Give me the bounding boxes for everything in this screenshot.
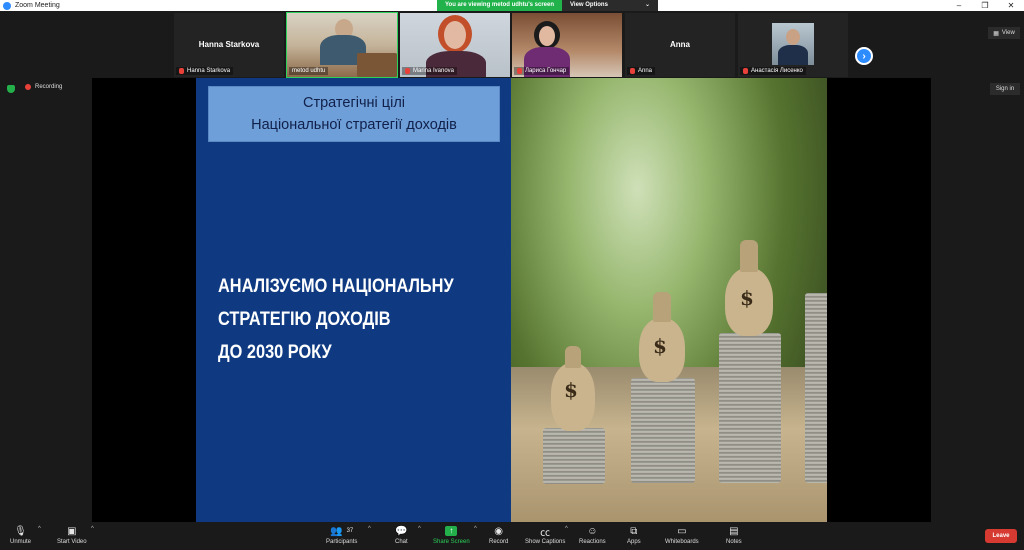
apps-icon: ⧉ <box>630 525 638 537</box>
slide-main-line2: СТРАТЕГІЮ ДОХОДІВ <box>218 309 391 330</box>
slide-title-line2: Національної стратегії доходів <box>251 117 457 133</box>
view-options-button[interactable]: View Options ⌄ <box>562 0 659 11</box>
participant-tile[interactable]: Hanna Starkova Hanna Starkova <box>174 13 284 77</box>
slide-title-line1: Стратегічні цілі <box>303 95 405 111</box>
whiteboard-icon: ▭ <box>677 525 687 537</box>
participant-tile[interactable]: Anna Anna <box>625 13 735 77</box>
meeting-toolbar: 🎙 Unmute ^ ▣ Start Video ^ 👥 37 Participa… <box>0 522 1024 550</box>
view-options-label: View Options <box>570 2 608 8</box>
record-icon: ◉ <box>494 525 504 537</box>
money-bags-photo: $ $ $ <box>511 78 827 522</box>
video-options-chevron-icon[interactable]: ^ <box>91 526 94 532</box>
close-icon[interactable]: ✕ <box>998 0 1024 11</box>
reactions-button[interactable]: ☺ Reactions <box>579 525 606 546</box>
participant-name-tag: Marina Ivanova <box>402 67 458 75</box>
participants-options-chevron-icon[interactable]: ^ <box>368 526 371 532</box>
video-gallery-strip: Hanna Starkova Hanna Starkova metod udht… <box>0 11 1024 78</box>
minimize-icon[interactable]: – <box>946 0 972 11</box>
start-video-button[interactable]: ▣ Start Video <box>57 525 87 546</box>
mic-muted-icon <box>743 68 748 74</box>
share-screen-icon: ↑ <box>445 526 458 536</box>
mic-muted-icon <box>405 68 410 74</box>
mic-muted-icon <box>179 68 184 74</box>
viewing-screen-label: You are viewing metod udhtu's screen <box>437 0 563 11</box>
coin-stack <box>719 333 781 483</box>
slide-text-panel: Стратегічні цілі Національної стратегії … <box>196 78 511 522</box>
record-dot-icon <box>25 84 31 90</box>
participant-name-tag: Лариса Гончар <box>514 67 570 75</box>
participant-tile[interactable]: Анастасія Лисенко <box>738 13 848 77</box>
share-options-chevron-icon[interactable]: ^ <box>474 526 477 532</box>
microphone-muted-icon: 🎙 <box>14 525 27 537</box>
chevron-down-icon: ⌄ <box>644 2 651 8</box>
recording-indicator[interactable]: Recording <box>25 84 62 90</box>
participant-tile[interactable]: metod udhtu <box>286 12 398 78</box>
encryption-shield-icon[interactable] <box>7 85 15 93</box>
video-off-icon: ▣ <box>67 525 77 537</box>
whiteboards-button[interactable]: ▭ Whiteboards <box>665 525 699 546</box>
record-button[interactable]: ◉ Record <box>489 525 508 546</box>
smiley-icon: ☺ <box>587 525 598 537</box>
coin-stack <box>805 293 827 483</box>
restore-icon[interactable]: ❐ <box>972 0 998 11</box>
participant-avatar <box>772 23 814 65</box>
participants-icon: 👥 37 <box>330 525 354 537</box>
participant-name-tag: metod udhtu <box>289 67 329 75</box>
show-captions-button[interactable]: ㏄ Show Captions <box>525 525 565 546</box>
slide-main-line3: ДО 2030 РОКУ <box>218 342 332 363</box>
leave-button[interactable]: Leave <box>985 529 1017 543</box>
participant-tile[interactable]: Marina Ivanova <box>400 13 510 77</box>
slide-main-text: АНАЛІЗУЄМО НАЦІОНАЛЬНУ СТРАТЕГІЮ ДОХОДІВ… <box>218 270 508 369</box>
chat-options-chevron-icon[interactable]: ^ <box>418 526 421 532</box>
participants-button[interactable]: 👥 37 Participants <box>326 525 357 546</box>
participant-name-tag: Anna <box>627 67 656 75</box>
captions-options-chevron-icon[interactable]: ^ <box>565 526 568 532</box>
coin-stack <box>543 428 605 484</box>
window-title: Zoom Meeting <box>15 2 60 9</box>
share-screen-button[interactable]: ↑ Share Screen <box>433 525 470 545</box>
participant-big-name: Anna <box>670 40 690 49</box>
audio-options-chevron-icon[interactable]: ^ <box>38 526 41 532</box>
mic-muted-icon <box>630 68 635 74</box>
coin-stack <box>631 378 695 483</box>
next-page-arrow-icon[interactable]: › <box>855 47 873 65</box>
participant-big-name: Hanna Starkova <box>198 40 260 49</box>
sign-in-button[interactable]: Sign in <box>990 83 1020 95</box>
presentation-slide: Стратегічні цілі Національної стратегії … <box>196 78 827 522</box>
participant-tile[interactable]: Лариса Гончар <box>512 13 622 77</box>
notes-button[interactable]: ▤ Notes <box>726 525 742 546</box>
apps-button[interactable]: ⧉ Apps <box>627 525 641 546</box>
mic-muted-icon <box>517 68 522 74</box>
captions-icon: ㏄ <box>540 527 551 539</box>
participants-count: 37 <box>346 528 354 534</box>
chat-button[interactable]: 💬 Chat <box>395 525 408 546</box>
grid-icon: ▦ <box>993 30 999 37</box>
share-banner: You are viewing metod udhtu's screen Vie… <box>437 0 659 11</box>
zoom-app-icon <box>3 1 11 10</box>
slide-title-box: Стратегічні цілі Національної стратегії … <box>208 86 500 142</box>
unmute-button[interactable]: 🎙 Unmute <box>10 525 31 546</box>
notes-icon: ▤ <box>729 525 739 537</box>
participant-name-tag: Анастасія Лисенко <box>740 67 806 75</box>
view-button[interactable]: ▦ View <box>988 27 1020 39</box>
participant-name-tag: Hanna Starkova <box>176 67 234 75</box>
chat-icon: 💬 <box>395 525 408 537</box>
slide-main-line1: АНАЛІЗУЄМО НАЦІОНАЛЬНУ <box>218 276 454 297</box>
